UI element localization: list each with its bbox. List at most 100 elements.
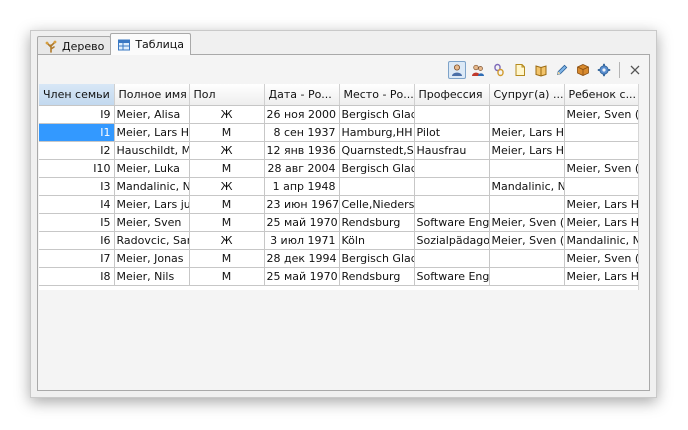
member-id-cell[interactable]: I8 [39,267,115,286]
child-of-cell[interactable] [564,141,638,160]
member-id-cell[interactable]: I7 [39,249,115,268]
people-icon[interactable] [469,61,487,79]
sex-cell[interactable]: М [189,267,265,286]
profession-cell[interactable]: Sozialpädagogin [414,231,490,250]
birth-place-cell[interactable]: Köln [339,231,415,250]
child-of-cell[interactable]: Meier, Lars H. (I1) [564,195,638,214]
column-header[interactable]: Супруг(а) ... [489,84,565,106]
spouse-cell[interactable]: Mandalinic, Nada [489,177,565,196]
spouse-cell[interactable]: Meier, Lars H. (I4) [489,123,565,142]
birth-place-cell[interactable]: Quarnstedt,Schleswig [339,141,415,160]
table-row[interactable]: I7Meier, JonasМ28 дек 1994Bergisch Gladb… [39,249,638,268]
tab-tree[interactable]: Дерево [37,36,112,55]
column-header[interactable]: Дата - Ро... [264,84,340,106]
table-row[interactable]: I2Hauschildt, MargareteЖ12 янв 1936Quarn… [39,141,638,160]
full-name-cell[interactable]: Meier, Alisa [114,105,190,124]
person-icon[interactable] [448,61,466,79]
birth-date-cell[interactable]: 28 дек 1994 [264,249,340,268]
profession-cell[interactable] [414,195,490,214]
birth-date-cell[interactable]: 8 сен 1937 [264,123,340,142]
child-of-cell[interactable]: Mandalinic, Nada [564,231,638,250]
spouse-cell[interactable] [489,267,565,286]
column-header[interactable]: Место - Ро... [339,84,415,106]
full-name-cell[interactable]: Meier, Sven [114,213,190,232]
note-icon[interactable] [511,61,529,79]
spouse-cell[interactable] [489,195,565,214]
birth-place-cell[interactable]: Bergisch Gladbach [339,159,415,178]
column-header[interactable]: Пол [189,84,265,106]
birth-place-cell[interactable]: Rendsburg [339,267,415,286]
birth-place-cell[interactable]: Bergisch Gladbach [339,105,415,124]
sex-cell[interactable]: Ж [189,141,265,160]
sex-cell[interactable]: Ж [189,105,265,124]
member-id-cell[interactable]: I9 [39,105,115,124]
link-icon[interactable] [490,61,508,79]
full-name-cell[interactable]: Meier, Jonas [114,249,190,268]
profession-cell[interactable]: Pilot [414,123,490,142]
birth-date-cell[interactable]: 26 ноя 2000 [264,105,340,124]
birth-place-cell[interactable]: Celle,Niedersachsen [339,195,415,214]
spouse-cell[interactable]: Meier, Lars H. (I1) [489,141,565,160]
birth-place-cell[interactable]: Bergisch Gladbach [339,249,415,268]
table-row[interactable]: I4Meier, Lars juniorМ23 июн 1967Celle,Ni… [39,195,638,214]
member-id-cell[interactable]: I5 [39,213,115,232]
member-id-cell[interactable]: I4 [39,195,115,214]
birth-date-cell[interactable]: 25 май 1970 [264,267,340,286]
column-header[interactable]: Профессия [414,84,490,106]
spouse-cell[interactable]: Meier, Sven (I5) [489,231,565,250]
birth-place-cell[interactable] [339,177,415,196]
sex-cell[interactable]: М [189,123,265,142]
member-id-cell[interactable]: I3 [39,177,115,196]
sex-cell[interactable]: М [189,213,265,232]
full-name-cell[interactable]: Radovcic, Sandra [114,231,190,250]
child-of-cell[interactable] [564,177,638,196]
child-of-cell[interactable]: Meier, Sven (I5) [564,249,638,268]
full-name-cell[interactable]: Meier, Luka [114,159,190,178]
profession-cell[interactable] [414,159,490,178]
birth-date-cell[interactable]: 28 авг 2004 [264,159,340,178]
table-row[interactable]: I9Meier, AlisaЖ26 ноя 2000Bergisch Gladb… [39,105,638,124]
child-of-cell[interactable]: Meier, Sven (I5) [564,105,638,124]
full-name-cell[interactable]: Hauschildt, Margarete [114,141,190,160]
box-icon[interactable] [574,61,592,79]
table-row[interactable]: I5 Meier, Sven М 25 май 1970 Rendsburg Softwa… [39,213,638,232]
column-header[interactable]: Ребенок с... [564,84,638,106]
birth-date-cell[interactable]: 12 янв 1936 [264,141,340,160]
spouse-cell[interactable] [489,249,565,268]
member-id-cell[interactable]: I1 [39,123,115,142]
birth-date-cell[interactable]: 25 май 1970 [264,213,340,232]
sex-cell[interactable]: М [189,195,265,214]
spouse-cell[interactable]: Meier, Sven (I5) [489,213,565,232]
birth-place-cell[interactable]: Hamburg,HH [339,123,415,142]
column-header[interactable]: Член семьи [39,84,115,106]
book-icon[interactable] [532,61,550,79]
column-header[interactable]: Полное имя [114,84,190,106]
full-name-cell[interactable]: Meier, Lars H. [114,123,190,142]
close-icon[interactable] [626,61,644,79]
table-row[interactable]: I3Mandalinic, NadaЖ1 апр 1948Mandalinic,… [39,177,638,196]
sex-cell[interactable]: Ж [189,177,265,196]
spouse-cell[interactable] [489,105,565,124]
full-name-cell[interactable]: Meier, Nils [114,267,190,286]
full-name-cell[interactable]: Mandalinic, Nada [114,177,190,196]
gear-icon[interactable] [595,61,613,79]
table-row[interactable]: I10Meier, LukaМ28 авг 2004Bergisch Gladb… [39,159,638,178]
full-name-cell[interactable]: Meier, Lars junior [114,195,190,214]
birth-date-cell[interactable]: 3 июл 1971 [264,231,340,250]
table-row[interactable]: I6Radovcic, SandraЖ3 июл 1971KölnSozialp… [39,231,638,250]
tab-table[interactable]: Таблица [110,33,191,55]
sex-cell[interactable]: Ж [189,231,265,250]
member-id-cell[interactable]: I6 [39,231,115,250]
birth-date-cell[interactable]: 1 апр 1948 [264,177,340,196]
child-of-cell[interactable]: Meier, Sven (I5) [564,159,638,178]
profession-cell[interactable]: Software Engineer [414,213,490,232]
profession-cell[interactable] [414,105,490,124]
table-row[interactable]: I1 Meier, Lars H. М 8 сен 1937 Hamburg,HH Pil… [39,123,638,142]
profession-cell[interactable] [414,177,490,196]
child-of-cell[interactable] [564,123,638,142]
child-of-cell[interactable]: Meier, Lars H. (I1) [564,267,638,286]
member-id-cell[interactable]: I10 [39,159,115,178]
edit-icon[interactable] [553,61,571,79]
birth-date-cell[interactable]: 23 июн 1967 [264,195,340,214]
table-row[interactable]: I8 Meier, Nils М 25 май 1970 Rendsburg Softwa… [39,267,638,286]
